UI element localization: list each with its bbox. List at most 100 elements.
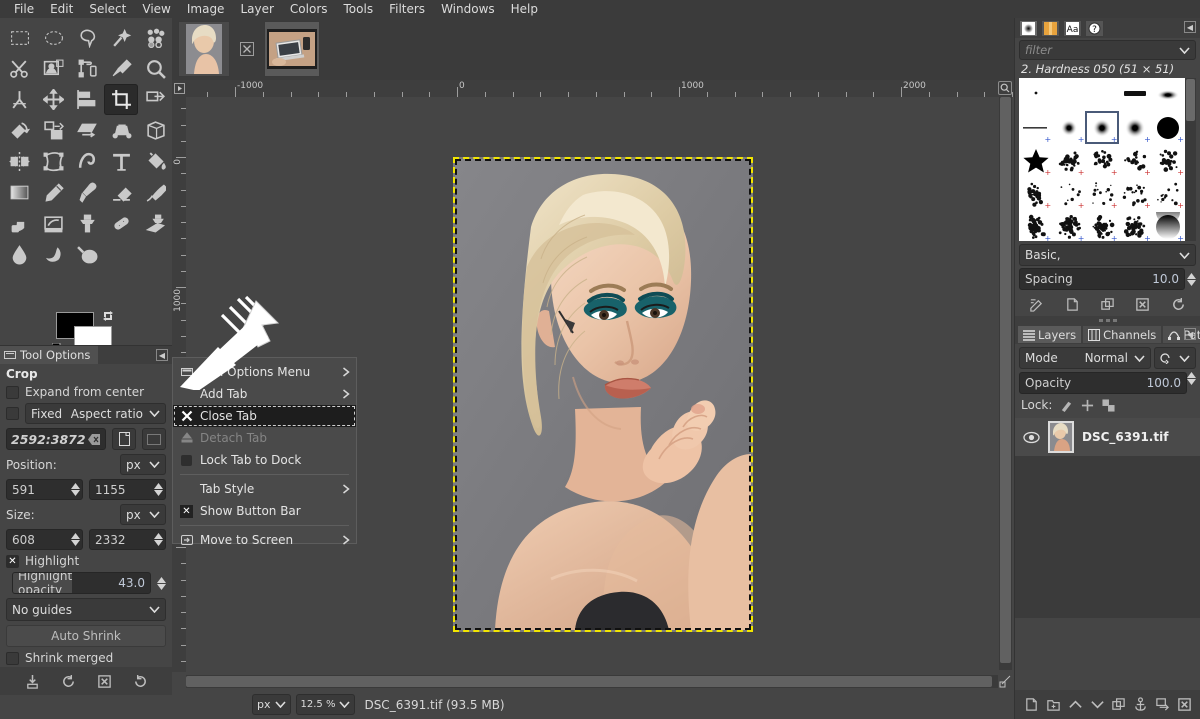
size-unit-combo[interactable]: px bbox=[120, 504, 166, 525]
brush-cell[interactable]: + bbox=[1119, 210, 1152, 241]
new-layer-group-icon[interactable] bbox=[1046, 697, 1061, 712]
layers-dock-menu-button[interactable]: ◀ bbox=[1184, 328, 1196, 340]
tool-foreground-select[interactable] bbox=[36, 53, 70, 84]
brush-cell[interactable]: + bbox=[1052, 177, 1085, 210]
brush-spacing-slider[interactable]: Spacing 10.0 bbox=[1019, 268, 1185, 290]
tool-3d-transform[interactable] bbox=[138, 115, 172, 146]
tool-rotate[interactable] bbox=[2, 115, 36, 146]
brush-cell[interactable] bbox=[1019, 78, 1052, 111]
merge-down-icon[interactable] bbox=[1155, 697, 1170, 712]
statusbar-unit-combo[interactable]: px bbox=[252, 694, 291, 715]
brush-tag-combo[interactable]: Basic, bbox=[1019, 244, 1196, 266]
anchor-layer-icon[interactable] bbox=[1133, 697, 1148, 712]
checked-box-icon[interactable]: ✕ bbox=[180, 505, 193, 518]
brush-cell[interactable]: + bbox=[1152, 111, 1185, 144]
fixed-checkbox[interactable] bbox=[6, 407, 19, 420]
delete-tool-preset-icon[interactable] bbox=[97, 674, 112, 689]
tool-zoom[interactable] bbox=[138, 53, 172, 84]
new-brush-icon[interactable] bbox=[1065, 297, 1080, 312]
brush-cell[interactable]: + bbox=[1119, 144, 1152, 177]
auto-shrink-row[interactable]: Auto Shrink bbox=[0, 623, 172, 649]
lower-layer-icon[interactable] bbox=[1090, 697, 1105, 712]
shrink-merged-checkbox[interactable] bbox=[6, 652, 19, 665]
tool-paintbrush[interactable] bbox=[70, 177, 104, 208]
tool-smudge[interactable] bbox=[36, 239, 70, 270]
reset-tool-options-icon[interactable] bbox=[133, 674, 148, 689]
brush-grid[interactable]: ++++++++++++++++++++ bbox=[1019, 78, 1185, 241]
menu-item-edit[interactable]: Edit bbox=[42, 0, 81, 18]
tool-warp-transform[interactable] bbox=[70, 146, 104, 177]
brush-cell[interactable]: + bbox=[1085, 144, 1118, 177]
menu-item-filters[interactable]: Filters bbox=[381, 0, 433, 18]
brush-filter-field[interactable]: filter bbox=[1019, 40, 1196, 60]
tool-scissors-select[interactable] bbox=[2, 53, 36, 84]
highlight-row[interactable]: ✕ Highlight bbox=[0, 552, 172, 570]
menu-item-select[interactable]: Select bbox=[81, 0, 134, 18]
context-menu-item-move-to-screen[interactable]: Move to Screen bbox=[173, 529, 356, 551]
tool-measure[interactable] bbox=[2, 84, 36, 115]
brush-cell[interactable]: + bbox=[1052, 210, 1085, 241]
brush-cell[interactable]: + bbox=[1085, 210, 1118, 241]
ruler-menu-button[interactable] bbox=[172, 80, 186, 97]
tool-ink[interactable] bbox=[2, 208, 36, 239]
tool-move[interactable] bbox=[36, 84, 70, 115]
brush-cell[interactable] bbox=[1152, 78, 1185, 111]
zoom-follow-window-button[interactable] bbox=[998, 81, 1012, 95]
tool-dodge-burn[interactable] bbox=[70, 239, 104, 270]
tool-perspective-clone[interactable] bbox=[138, 208, 172, 239]
close-tab-x-icon[interactable] bbox=[238, 40, 256, 58]
menu-item-layer[interactable]: Layer bbox=[232, 0, 281, 18]
highlight-opacity-row[interactable]: Highlight opacity 43.0 bbox=[0, 570, 172, 596]
tool-clone[interactable] bbox=[70, 208, 104, 239]
aspect-ratio-field[interactable]: 2592:3872 bbox=[6, 428, 106, 450]
brushes-dock-menu-button[interactable]: ◀ bbox=[1184, 21, 1196, 33]
tool-airbrush[interactable] bbox=[138, 177, 172, 208]
layer-list[interactable]: DSC_6391.tif bbox=[1015, 418, 1200, 618]
expand-from-center-row[interactable]: Expand from center bbox=[0, 383, 172, 401]
duplicate-brush-icon[interactable] bbox=[1100, 297, 1115, 312]
brush-cell[interactable] bbox=[1119, 78, 1152, 111]
tool-rect-select[interactable] bbox=[2, 22, 36, 53]
tool-blur-sharpen[interactable] bbox=[2, 239, 36, 270]
auto-shrink-button[interactable]: Auto Shrink bbox=[6, 625, 166, 647]
tool-heal[interactable] bbox=[104, 208, 138, 239]
menu-item-tools[interactable]: Tools bbox=[336, 0, 382, 18]
tab-fonts[interactable]: Aa bbox=[1063, 20, 1082, 37]
tool-cage-transform[interactable] bbox=[36, 146, 70, 177]
position-x-input[interactable]: 591 bbox=[6, 479, 83, 500]
expand-from-center-checkbox[interactable] bbox=[6, 386, 19, 399]
tab-channels[interactable]: Channels bbox=[1083, 326, 1161, 343]
portrait-orientation-button[interactable] bbox=[112, 428, 136, 450]
menu-item-file[interactable]: File bbox=[6, 0, 42, 18]
layer-opacity-stepper[interactable] bbox=[1187, 372, 1196, 394]
tab-brushes[interactable] bbox=[1019, 20, 1038, 37]
position-y-input[interactable]: 1155 bbox=[89, 479, 166, 500]
brush-cell[interactable]: + bbox=[1019, 177, 1052, 210]
vscroll-thumb[interactable] bbox=[1000, 97, 1011, 663]
duplicate-layer-icon[interactable] bbox=[1111, 697, 1126, 712]
tool-eraser[interactable] bbox=[104, 177, 138, 208]
delete-layer-icon[interactable] bbox=[1177, 697, 1192, 712]
tool-pencil[interactable] bbox=[36, 177, 70, 208]
menu-item-help[interactable]: Help bbox=[503, 0, 546, 18]
clear-icon[interactable] bbox=[88, 434, 101, 445]
fixed-mode-combo[interactable]: Fixed Aspect ratio bbox=[25, 403, 166, 424]
tool-fuzzy-select[interactable] bbox=[104, 22, 138, 53]
refresh-brushes-icon[interactable] bbox=[1171, 297, 1186, 312]
tool-perspective[interactable] bbox=[104, 115, 138, 146]
new-layer-icon[interactable] bbox=[1024, 697, 1039, 712]
highlight-opacity-slider[interactable]: Highlight opacity 43.0 bbox=[12, 572, 151, 594]
tab-patterns[interactable] bbox=[1041, 20, 1060, 37]
layer-blend-space-combo[interactable] bbox=[1154, 347, 1196, 369]
tool-gradient[interactable] bbox=[2, 177, 36, 208]
brush-cell[interactable]: + bbox=[1085, 111, 1118, 144]
tab-context-menu[interactable]: Tool Options MenuAdd TabClose TabDetach … bbox=[172, 357, 357, 544]
raise-layer-icon[interactable] bbox=[1068, 697, 1083, 712]
navigation-preview-button[interactable] bbox=[999, 675, 1012, 688]
tool-mypaint-brush[interactable] bbox=[36, 208, 70, 239]
tool-flip[interactable] bbox=[2, 146, 36, 177]
image-tab-1[interactable] bbox=[264, 21, 320, 77]
brush-cell[interactable] bbox=[1052, 78, 1085, 111]
edit-brush-icon[interactable] bbox=[1029, 297, 1044, 312]
image-tab-0[interactable] bbox=[178, 21, 230, 77]
